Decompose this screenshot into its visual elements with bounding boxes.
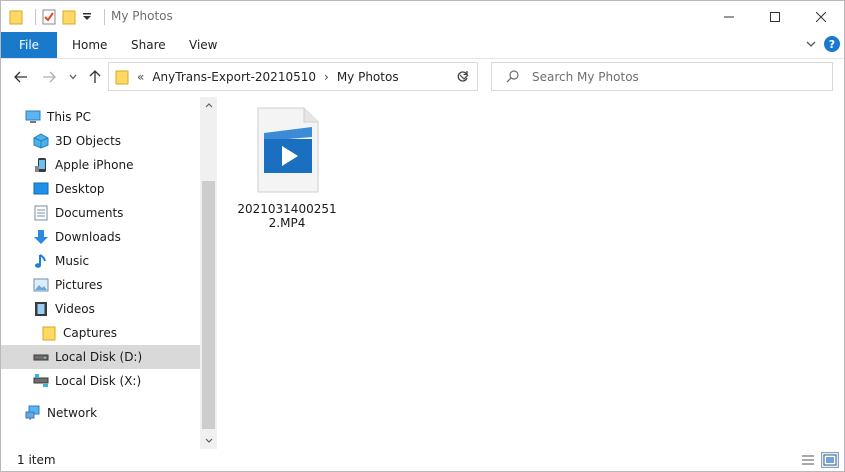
nav-item-desktop[interactable]: Desktop bbox=[1, 177, 200, 201]
customize-toolbar-dropdown-icon[interactable] bbox=[82, 12, 92, 22]
tab-home[interactable]: Home bbox=[72, 32, 107, 58]
documents-icon bbox=[33, 205, 49, 221]
status-bar: 1 item bbox=[1, 449, 844, 471]
nav-item-label: Apple iPhone bbox=[55, 158, 134, 172]
navigation-pane: This PC 3D Objects Apple iPhone Desktop … bbox=[1, 97, 217, 449]
caption-buttons bbox=[706, 1, 844, 32]
3d-objects-icon bbox=[33, 133, 49, 149]
nav-item-apple-iphone[interactable]: Apple iPhone bbox=[1, 153, 200, 177]
iphone-icon bbox=[33, 157, 49, 173]
overflow-chevron-icon[interactable]: « bbox=[137, 70, 144, 84]
up-button[interactable] bbox=[85, 67, 105, 87]
videos-icon bbox=[33, 301, 49, 317]
nav-item-label: Local Disk (X:) bbox=[55, 374, 142, 388]
nav-item-music[interactable]: Music bbox=[1, 249, 200, 273]
drive-icon bbox=[33, 349, 49, 365]
nav-item-label: Pictures bbox=[55, 278, 103, 292]
folder-icon bbox=[9, 9, 23, 25]
expand-ribbon-icon[interactable] bbox=[806, 37, 816, 51]
folder-icon bbox=[115, 69, 129, 85]
details-view-button[interactable] bbox=[799, 452, 817, 468]
nav-item-label: Desktop bbox=[55, 182, 105, 196]
breadcrumb-item[interactable]: AnyTrans-Export-20210510 bbox=[152, 70, 316, 84]
breadcrumb: « AnyTrans-Export-20210510 › My Photos bbox=[115, 69, 399, 85]
minimize-button[interactable] bbox=[706, 1, 752, 32]
nav-item-label: Music bbox=[55, 254, 90, 268]
folder-icon bbox=[41, 325, 57, 341]
nav-item-network[interactable]: Network bbox=[1, 401, 200, 425]
back-button[interactable] bbox=[11, 67, 31, 87]
search-placeholder: Search My Photos bbox=[532, 70, 639, 84]
nav-item-pictures[interactable]: Pictures bbox=[1, 273, 200, 297]
nav-item-label: Downloads bbox=[55, 230, 121, 244]
nav-item-3d-objects[interactable]: 3D Objects bbox=[1, 129, 200, 153]
close-button[interactable] bbox=[798, 1, 844, 32]
nav-item-label: Network bbox=[47, 406, 98, 420]
pictures-icon bbox=[33, 277, 49, 293]
nav-item-documents[interactable]: Documents bbox=[1, 201, 200, 225]
music-icon bbox=[33, 253, 49, 269]
nav-item-this-pc[interactable]: This PC bbox=[1, 105, 200, 129]
maximize-button[interactable] bbox=[752, 1, 798, 32]
tab-share[interactable]: Share bbox=[131, 32, 166, 58]
file-name: 20210314002512.MP4 bbox=[237, 202, 337, 230]
breadcrumb-item[interactable]: My Photos bbox=[337, 70, 399, 84]
nav-item-label: Local Disk (D:) bbox=[55, 350, 143, 364]
item-count: 1 item bbox=[17, 453, 56, 467]
nav-item-label: 3D Objects bbox=[55, 134, 122, 148]
recent-locations-button[interactable] bbox=[63, 67, 83, 87]
network-drive-icon bbox=[33, 373, 49, 389]
scroll-down-icon[interactable] bbox=[200, 432, 217, 449]
help-icon[interactable]: ? bbox=[824, 36, 840, 52]
window-title: My Photos bbox=[111, 9, 173, 23]
refresh-button[interactable] bbox=[447, 62, 478, 91]
explorer-window: My Photos File Home Share View ? « AnyTr… bbox=[0, 0, 845, 472]
this-pc-icon bbox=[25, 109, 41, 125]
tab-view[interactable]: View bbox=[189, 32, 217, 58]
nav-item-downloads[interactable]: Downloads bbox=[1, 225, 200, 249]
new-folder-icon[interactable] bbox=[62, 9, 76, 25]
address-row: « AnyTrans-Export-20210510 › My Photos S… bbox=[1, 59, 844, 95]
nav-item-local-disk-d[interactable]: Local Disk (D:) bbox=[1, 345, 200, 369]
large-icons-view-button[interactable] bbox=[821, 452, 839, 468]
search-icon bbox=[506, 69, 520, 86]
file-item[interactable]: 20210314002512.MP4 bbox=[237, 107, 337, 237]
file-list[interactable]: 20210314002512.MP4 bbox=[217, 97, 844, 449]
scroll-up-icon[interactable] bbox=[200, 97, 217, 114]
nav-item-label: Documents bbox=[55, 206, 124, 220]
nav-item-label: Videos bbox=[55, 302, 95, 316]
nav-scrollbar[interactable] bbox=[200, 97, 217, 449]
title-bar: My Photos bbox=[1, 1, 844, 32]
video-file-icon bbox=[254, 107, 320, 196]
address-bar[interactable]: « AnyTrans-Export-20210510 › My Photos bbox=[108, 62, 478, 91]
search-box[interactable]: Search My Photos bbox=[491, 62, 833, 91]
nav-item-label: This PC bbox=[47, 110, 91, 124]
nav-item-label: Captures bbox=[63, 326, 117, 340]
downloads-icon bbox=[33, 229, 49, 245]
toolbar-divider bbox=[104, 9, 105, 25]
scroll-thumb[interactable] bbox=[202, 181, 215, 429]
desktop-icon bbox=[33, 181, 49, 197]
network-icon bbox=[25, 405, 41, 421]
ribbon-controls: ? bbox=[806, 36, 840, 52]
toolbar-divider bbox=[35, 9, 36, 25]
ribbon: File Home Share View ? bbox=[1, 32, 844, 59]
forward-button[interactable] bbox=[39, 67, 59, 87]
nav-item-local-disk-x[interactable]: Local Disk (X:) bbox=[1, 369, 200, 393]
breadcrumb-separator-icon[interactable]: › bbox=[324, 70, 329, 84]
nav-item-videos[interactable]: Videos bbox=[1, 297, 200, 321]
properties-icon[interactable] bbox=[42, 9, 56, 25]
tab-file[interactable]: File bbox=[1, 32, 57, 58]
nav-item-captures[interactable]: Captures bbox=[1, 321, 200, 345]
quick-access-toolbar bbox=[9, 7, 111, 27]
